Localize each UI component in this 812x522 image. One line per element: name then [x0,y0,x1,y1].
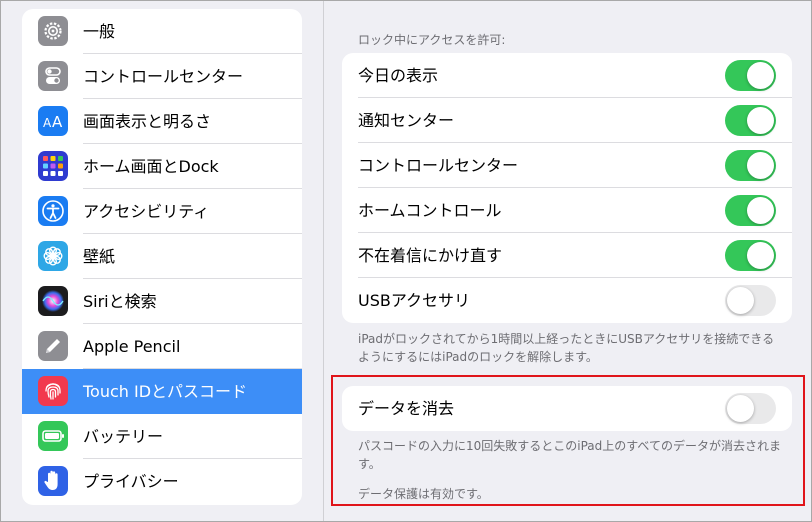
row-today-view: 今日の表示 [342,53,792,98]
row-label: USBアクセサリ [358,291,471,310]
sidebar-item-touch-id-passcode[interactable]: Touch IDとパスコード [22,369,302,414]
sidebar-item-wallpaper[interactable]: 壁紙 [22,234,302,279]
control-center-toggle[interactable] [725,150,776,181]
sidebar-item-label: Siriと検索 [83,292,157,311]
siri-icon [38,286,68,316]
highlight-box [331,375,805,506]
app-grid-icon [38,151,68,181]
svg-text:A: A [43,116,52,130]
toggle-knob [747,242,774,269]
row-label: ホームコントロール [358,201,502,220]
fingerprint-icon [38,376,68,406]
toggles-icon [38,61,68,91]
lock-access-group: 今日の表示 通知センター コントロールセンター ホームコントロール 不在着信にか… [342,53,792,323]
row-label: コントロールセンター [358,156,519,175]
sidebar-item-apple-pencil[interactable]: Apple Pencil [22,324,302,369]
toggle-knob [727,287,754,314]
row-return-missed-calls: 不在着信にかけ直す [342,233,792,278]
sidebar-item-label: 壁紙 [83,247,116,266]
row-label: 今日の表示 [358,66,439,85]
row-home-control: ホームコントロール [342,188,792,233]
home-control-toggle[interactable] [725,195,776,226]
sidebar-item-control-center[interactable]: コントロールセンター [22,54,302,99]
sidebar-item-label: プライバシー [83,472,179,491]
text-size-icon: AA [38,106,68,136]
sidebar-item-display[interactable]: AA 画面表示と明るさ [22,99,302,144]
usb-footnote: iPadがロックされてから1時間以上経ったときにUSBアクセサリを接続できるよう… [358,332,775,364]
toggle-knob [747,107,774,134]
gear-icon [38,16,68,46]
toggle-knob [747,152,774,179]
usb-accessories-toggle[interactable] [725,285,776,316]
pencil-icon [38,331,68,361]
toggle-knob [747,62,774,89]
toggle-knob [747,197,774,224]
sidebar-item-label: ホーム画面とDock [83,157,219,176]
accessibility-icon [38,196,68,226]
sidebar-item-privacy[interactable]: プライバシー [22,459,302,504]
sidebar-item-label: アクセシビリティ [83,202,210,221]
lock-access-header: ロック中にアクセスを許可: [358,33,506,47]
sidebar-item-label: 画面表示と明るさ [83,112,212,131]
sidebar-item-battery[interactable]: バッテリー [22,414,302,459]
sidebar-item-label: バッテリー [83,427,164,446]
sidebar-item-label: コントロールセンター [83,67,244,86]
sidebar: 一般 コントロールセンター AA 画面表示と明るさ ホーム画面とDock アクセ… [1,1,324,521]
row-control-center: コントロールセンター [342,143,792,188]
row-notification-center: 通知センター [342,98,792,143]
row-label: 不在着信にかけ直す [358,246,503,265]
today-view-toggle[interactable] [725,60,776,91]
hand-icon [38,466,68,496]
settings-window: 一般 コントロールセンター AA 画面表示と明るさ ホーム画面とDock アクセ… [0,0,812,522]
row-usb-accessories: USBアクセサリ [342,278,792,323]
sidebar-item-home-screen[interactable]: ホーム画面とDock [22,144,302,189]
return-missed-calls-toggle[interactable] [725,240,776,271]
sidebar-item-label: 一般 [83,22,116,41]
sidebar-list: 一般 コントロールセンター AA 画面表示と明るさ ホーム画面とDock アクセ… [22,9,302,505]
flower-icon [38,241,68,271]
sidebar-item-siri[interactable]: Siriと検索 [22,279,302,324]
battery-icon [38,421,68,451]
sidebar-item-label: Touch IDとパスコード [83,382,248,401]
row-label: 通知センター [358,111,455,130]
sidebar-item-accessibility[interactable]: アクセシビリティ [22,189,302,234]
svg-text:A: A [52,113,63,131]
sidebar-item-label: Apple Pencil [83,337,181,356]
notification-center-toggle[interactable] [725,105,776,136]
sidebar-item-general[interactable]: 一般 [22,9,302,54]
